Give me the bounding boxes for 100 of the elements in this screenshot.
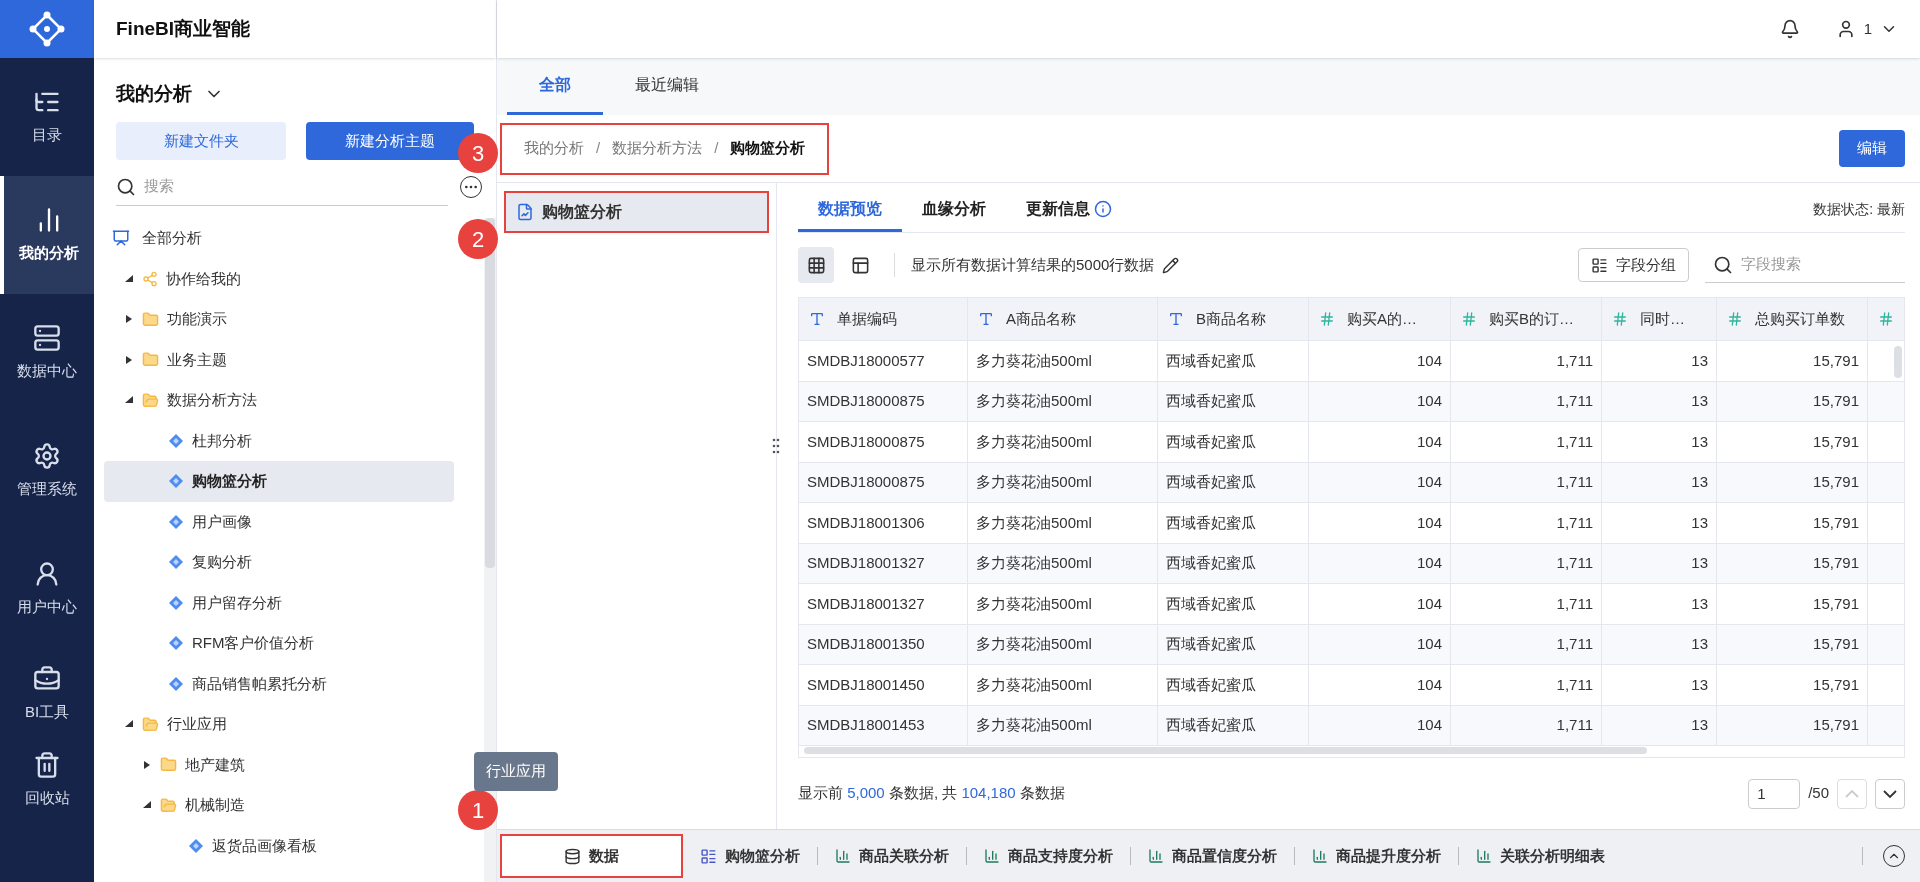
table-cell: 多力葵花油500ml: [968, 503, 1158, 543]
tree-item[interactable]: 行业应用: [104, 704, 454, 745]
nav-item[interactable]: 目录: [0, 58, 94, 176]
table-cell: 多力葵花油500ml: [968, 381, 1158, 421]
vertical-scrollbar[interactable]: [1894, 346, 1902, 378]
open-folder-icon: [142, 391, 159, 409]
diamond-icon: [168, 513, 184, 530]
open-folder-icon: [142, 715, 159, 733]
table-cell: 多力葵花油500ml: [968, 543, 1158, 583]
tab[interactable]: 数据预览: [798, 188, 902, 232]
caret-right-icon[interactable]: [124, 354, 134, 365]
field-group-button[interactable]: 字段分组: [1578, 248, 1689, 282]
nav-item[interactable]: 管理系统: [0, 412, 94, 530]
hash-icon: [1878, 311, 1894, 327]
caret-down-icon[interactable]: [124, 273, 134, 284]
column-header[interactable]: 同时…: [1602, 298, 1717, 340]
search-field[interactable]: 搜索: [116, 168, 448, 206]
dataset-item[interactable]: 购物篮分析: [504, 191, 769, 233]
tree-item[interactable]: 商品销售帕累托分析: [104, 663, 454, 704]
table-cell: 西域香妃蜜瓜: [1158, 422, 1309, 462]
tree-item[interactable]: 全部分析: [104, 218, 454, 259]
table-cell: 西域香妃蜜瓜: [1158, 503, 1309, 543]
user-menu[interactable]: 1: [1835, 17, 1898, 41]
table-cell: 1,711: [1451, 705, 1602, 745]
table-cell: SMDBJ18000875: [799, 422, 968, 462]
chevron-down-icon: [1883, 789, 1897, 798]
sheet-tab[interactable]: 商品提升度分析: [1295, 834, 1458, 878]
table-cell: 西域香妃蜜瓜: [1158, 705, 1309, 745]
caret-down-icon[interactable]: [142, 800, 152, 811]
table-cell: 104: [1309, 665, 1451, 705]
table-cell: 西域香妃蜜瓜: [1158, 665, 1309, 705]
sidebar-button[interactable]: 新建分析主题: [306, 122, 474, 160]
column-header[interactable]: 购买A的…: [1309, 298, 1451, 340]
tree-item[interactable]: 杜邦分析: [104, 420, 454, 461]
tree-item[interactable]: 数据分析方法: [104, 380, 454, 421]
bell-icon[interactable]: [1779, 19, 1800, 39]
column-header[interactable]: 总购买订单数: [1717, 298, 1868, 340]
caret-down-icon[interactable]: [124, 719, 134, 730]
nav-item[interactable]: 回收站: [0, 740, 94, 820]
field-search[interactable]: 字段搜索: [1705, 247, 1905, 283]
drag-handle-icon[interactable]: [772, 438, 780, 454]
tree-item[interactable]: 机械制造: [104, 785, 454, 826]
sheet-tab[interactable]: 商品关联分析: [818, 834, 966, 878]
table-cell: 西域香妃蜜瓜: [1158, 341, 1309, 381]
tree-item[interactable]: 业务主题: [104, 339, 454, 380]
sidebar-title: 我的分析: [116, 81, 192, 106]
tree-item-label: 业务主题: [167, 349, 227, 370]
folder-icon: [142, 310, 159, 328]
sidebar-button[interactable]: 新建文件夹: [116, 122, 286, 160]
diamond-icon: [168, 594, 184, 611]
sheet-tab[interactable]: 关联分析明细表: [1459, 834, 1622, 878]
table-cell: 104: [1309, 584, 1451, 624]
gear-icon: [33, 441, 61, 470]
nav-item[interactable]: BI工具: [0, 648, 94, 740]
search-input[interactable]: 搜索: [144, 175, 448, 198]
tree-item[interactable]: 购物篮分析: [104, 461, 454, 502]
field-search-input[interactable]: 字段搜索: [1741, 253, 1891, 276]
breadcrumb-item[interactable]: 数据分析方法: [612, 137, 703, 160]
logo-icon: [27, 11, 67, 47]
page-field[interactable]: 1: [1748, 778, 1801, 809]
pencil-icon[interactable]: [1162, 256, 1180, 274]
breadcrumb-item[interactable]: 购物篮分析: [730, 137, 806, 160]
caret-right-icon[interactable]: [142, 759, 152, 770]
sheet-tab[interactable]: 数据: [500, 834, 683, 878]
sheet-tab[interactable]: 商品支持度分析: [967, 834, 1130, 878]
table-cell: 104: [1309, 543, 1451, 583]
table-cell: 13: [1602, 341, 1717, 381]
tree-item[interactable]: 返货品画像看板: [104, 825, 454, 866]
column-header[interactable]: 单据编码: [799, 298, 968, 340]
tree-item[interactable]: 地产建筑: [104, 744, 454, 785]
sheet-tab[interactable]: 商品置信度分析: [1131, 834, 1294, 878]
nav-item[interactable]: 数据中心: [0, 294, 94, 412]
table-cell: 多力葵花油500ml: [968, 584, 1158, 624]
tree-item-label: 数据分析方法: [167, 390, 257, 410]
column-header[interactable]: A商品名称: [968, 298, 1158, 340]
tree-item[interactable]: 功能演示: [104, 299, 454, 340]
hash-icon: [1319, 311, 1335, 327]
tree-item[interactable]: 复购分析: [104, 542, 454, 583]
next-page-button[interactable]: [1875, 778, 1905, 809]
tab[interactable]: 最近编辑: [603, 58, 731, 115]
table-cell: 13: [1602, 705, 1717, 745]
sheet-tab[interactable]: 购物篮分析: [683, 834, 817, 878]
tree-item[interactable]: 用户留存分析: [104, 582, 454, 623]
nav-item[interactable]: 用户中心: [0, 530, 94, 648]
edit-button[interactable]: 编辑: [1839, 130, 1905, 167]
tree-item[interactable]: RFM客户价值分析: [104, 623, 454, 664]
caret-down-icon[interactable]: [124, 395, 134, 406]
tree-item[interactable]: 用户画像: [104, 501, 454, 542]
nav-item[interactable]: 我的分析: [0, 176, 94, 294]
caret-right-icon[interactable]: [124, 314, 134, 325]
column-header[interactable]: B商品名称: [1158, 298, 1309, 340]
breadcrumb-item[interactable]: 我的分析: [524, 137, 584, 160]
tree-item[interactable]: 协作给我的: [104, 258, 454, 299]
open-folder-icon: [160, 796, 177, 814]
table-cell: 104: [1309, 422, 1451, 462]
column-header[interactable]: 购买B的订…: [1451, 298, 1602, 340]
tab[interactable]: 更新信息: [1006, 188, 1132, 232]
grid-view-button[interactable]: [798, 247, 834, 283]
tab[interactable]: 血缘分析: [902, 188, 1006, 232]
table-cell: 西域香妃蜜瓜: [1158, 584, 1309, 624]
